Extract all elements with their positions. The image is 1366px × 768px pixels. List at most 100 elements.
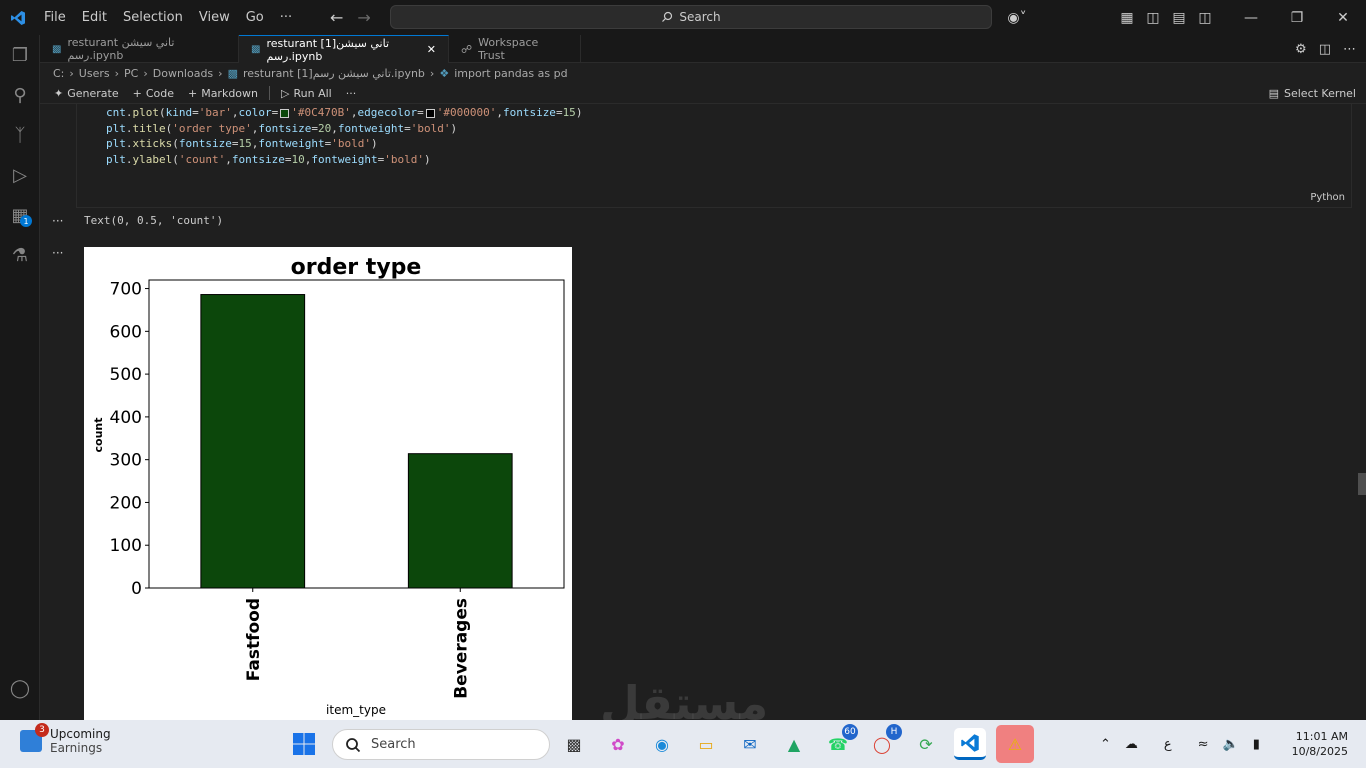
vscode-logo-icon xyxy=(0,0,36,35)
chart-output: order type 0 100 200 300 400 500 600 700 Fastfo… xyxy=(84,247,572,720)
chevron-up-icon[interactable]: ⌃ xyxy=(1100,737,1111,752)
breadcrumb-item[interactable]: Downloads xyxy=(153,67,213,80)
color-swatch-icon xyxy=(280,108,290,118)
notebook-file-icon: ▩ xyxy=(227,66,238,80)
language-indicator[interactable]: ع xyxy=(1164,737,1172,752)
menu-file[interactable]: File xyxy=(36,0,74,35)
split-editor-icon[interactable]: ◫ xyxy=(1319,42,1331,57)
minimize-icon[interactable]: — xyxy=(1228,0,1274,35)
output-actions-button[interactable]: ··· xyxy=(52,214,63,228)
volume-icon[interactable]: 🔈 xyxy=(1223,737,1239,752)
generate-label: Generate xyxy=(67,86,119,100)
notebook-file-icon: ▩ xyxy=(251,44,261,55)
whatsapp-badge: 60 xyxy=(842,724,858,740)
refresh-app-icon[interactable]: ⟳ xyxy=(910,728,942,760)
clock-time: 11:01 AM xyxy=(1295,730,1348,743)
menu-bar: File Edit Selection View Go ··· xyxy=(36,0,300,35)
output-text: Text(0, 0.5, 'count') xyxy=(84,214,224,227)
breadcrumb-item[interactable]: PC xyxy=(124,67,138,80)
run-debug-icon[interactable]: ▷ xyxy=(0,155,40,195)
y-tick-label: 100 xyxy=(110,536,142,556)
widget-title: Upcoming xyxy=(50,727,111,741)
wifi-icon[interactable]: ≈ xyxy=(1198,737,1209,752)
extensions-badge: 1 xyxy=(20,215,32,227)
task-view-icon[interactable]: ▩ xyxy=(558,728,590,760)
taskbar-search[interactable]: Search xyxy=(332,729,550,760)
chart-title: order type xyxy=(291,255,422,280)
chrome-icon[interactable]: ◯ H xyxy=(866,724,902,760)
markdown-label: Markdown xyxy=(201,86,259,100)
warning-app-icon[interactable]: ⚠ xyxy=(996,725,1034,763)
add-markdown-button[interactable]: + Markdown xyxy=(183,87,263,100)
notebook-toolbar: ✦ Generate + Code + Markdown ▷ Run All ··· ▤… xyxy=(40,83,1366,104)
explorer-icon[interactable]: ❐ xyxy=(0,35,40,75)
search-label: Search xyxy=(679,10,721,24)
toggle-secondary-sidebar-icon[interactable]: ◫ xyxy=(1192,10,1218,26)
accounts-icon[interactable]: ◯ xyxy=(0,668,40,708)
menu-selection[interactable]: Selection xyxy=(115,0,191,35)
breadcrumb-item[interactable]: import pandas as pd xyxy=(454,67,567,80)
outlook-icon[interactable]: ✉ xyxy=(734,728,766,760)
close-icon[interactable]: ✕ xyxy=(1320,0,1366,35)
system-clock[interactable]: 11:01 AM 10/8/2025 xyxy=(1290,729,1348,759)
copilot-app-icon[interactable]: ✿ xyxy=(602,728,634,760)
close-tab-icon[interactable]: ✕ xyxy=(427,43,436,56)
y-tick-label: 400 xyxy=(110,408,142,428)
code-editor[interactable]: cnt.plot(kind='bar',color= '#0C470B',edge… xyxy=(106,105,582,168)
menu-edit[interactable]: Edit xyxy=(74,0,115,35)
code-line: plt.title('order type',fontsize=20,fontw… xyxy=(106,121,458,135)
tab-resturant-1-notebook[interactable]: ▩ resturant [1]تاني سيشن رسم.ipynb ✕ xyxy=(239,35,449,63)
x-axis-label: item_type xyxy=(326,703,386,717)
widgets-button[interactable]: 3 Upcoming Earnings xyxy=(20,723,111,755)
command-center-search[interactable]: Search xyxy=(390,5,992,29)
toggle-sidebar-icon[interactable]: ◫ xyxy=(1140,10,1166,26)
edge-icon[interactable]: ◉ xyxy=(646,728,678,760)
toolbar-more-button[interactable]: ··· xyxy=(341,87,362,100)
copilot-icon[interactable]: ◉˅ xyxy=(1000,10,1034,26)
x-tick-label: Fastfood xyxy=(244,598,264,681)
search-icon xyxy=(662,11,673,22)
breadcrumb-item[interactable]: resturant [1]تاني سيشن رسم.ipynb xyxy=(243,67,425,80)
source-control-icon[interactable]: ᛉ xyxy=(0,115,40,155)
code-line: cnt.plot(kind='bar',color= '#0C470B',edge… xyxy=(106,106,583,119)
breadcrumb-item[interactable]: C: xyxy=(53,67,64,80)
tab-workspace-trust[interactable]: ☍ Workspace Trust xyxy=(449,35,581,63)
testing-icon[interactable]: ⚗ xyxy=(0,235,40,275)
plus-icon: + xyxy=(187,86,198,100)
battery-icon[interactable]: ▮ xyxy=(1253,737,1260,752)
google-drive-icon[interactable]: ▲ xyxy=(778,728,810,760)
cell-language[interactable]: Python xyxy=(1310,192,1345,203)
run-all-button[interactable]: ▷ Run All xyxy=(276,87,337,100)
output-actions-button[interactable]: ··· xyxy=(52,246,63,260)
extensions-icon[interactable]: ▦ 1 xyxy=(0,195,40,235)
search-icon[interactable]: ⚲ xyxy=(0,75,40,115)
restore-icon[interactable]: ❐ xyxy=(1274,0,1320,35)
menu-go[interactable]: Go xyxy=(238,0,272,35)
python-cell-icon: ❖ xyxy=(439,66,450,80)
select-kernel-button[interactable]: ▤ Select Kernel xyxy=(1269,87,1356,100)
whatsapp-icon[interactable]: ☎ 60 xyxy=(822,724,858,760)
tab-resturant-notebook[interactable]: ▩ resturant تاني سيشن رسم.ipynb xyxy=(40,35,239,63)
widget-subtitle: Earnings xyxy=(50,741,103,755)
file-explorer-icon[interactable]: ▭ xyxy=(690,728,722,760)
vscode-taskbar-icon[interactable] xyxy=(954,728,986,760)
generate-button[interactable]: ✦ Generate xyxy=(49,87,124,100)
system-tray: ⌃ ☁ ع ≈ 🔈 ▮ xyxy=(1100,720,1260,768)
gear-icon[interactable]: ⚙ xyxy=(1295,42,1307,57)
code-cell[interactable]: cnt.plot(kind='bar',color= '#0C470B',edge… xyxy=(76,104,1352,208)
forward-arrow-icon[interactable]: → xyxy=(357,8,370,27)
shield-icon: ☍ xyxy=(461,42,473,56)
add-code-button[interactable]: + Code xyxy=(128,87,179,100)
layout-custom-icon[interactable]: ▦ xyxy=(1114,10,1140,26)
breadcrumb-item[interactable]: Users xyxy=(79,67,110,80)
more-actions-icon[interactable]: ⋯ xyxy=(1343,42,1356,57)
back-arrow-icon[interactable]: ← xyxy=(330,8,343,27)
onedrive-icon[interactable]: ☁ xyxy=(1125,737,1138,752)
editor-scrollbar[interactable] xyxy=(1358,473,1366,495)
menu-view[interactable]: View xyxy=(191,0,238,35)
run-all-icon: ▷ xyxy=(281,86,290,100)
menu-more[interactable]: ··· xyxy=(272,0,300,35)
toggle-panel-icon[interactable]: ▤ xyxy=(1166,10,1192,26)
windows-start-icon[interactable] xyxy=(292,732,316,756)
notebook-editor: cnt.plot(kind='bar',color= '#0C470B',edge… xyxy=(40,104,1358,720)
